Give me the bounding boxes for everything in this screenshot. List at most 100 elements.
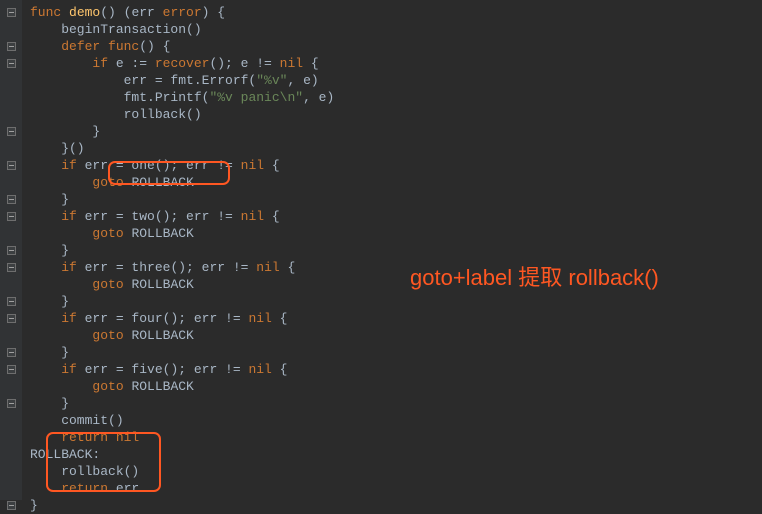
code-token: () { [139,39,170,54]
fold-end-icon[interactable] [7,348,16,357]
fold-end-icon[interactable] [7,501,16,510]
code-token: error [163,5,202,20]
code-token [30,430,61,445]
code-line[interactable]: err = fmt.Errorf("%v", e) [30,72,762,89]
code-token: if [61,311,84,326]
fold-end-icon[interactable] [7,127,16,136]
gutter-line [0,55,22,72]
code-line[interactable]: } [30,293,762,310]
code-line[interactable]: ROLLBACK: [30,446,762,463]
gutter-line [0,72,22,89]
code-token [30,328,92,343]
code-token: nil [248,311,279,326]
gutter-line [0,225,22,242]
fold-icon[interactable] [7,161,16,170]
code-token: if [61,362,84,377]
gutter-line [0,242,22,259]
gutter-line [0,21,22,38]
code-line[interactable]: } [30,191,762,208]
code-line[interactable]: return nil [30,429,762,446]
fold-end-icon[interactable] [7,297,16,306]
code-token: fmt.Printf( [30,90,209,105]
code-line[interactable]: func demo() (err error) { [30,4,762,21]
code-line[interactable]: if e := recover(); e != nil { [30,55,762,72]
code-line[interactable]: rollback() [30,463,762,480]
gutter-line [0,191,22,208]
code-token: goto [92,226,131,241]
code-token: err = three(); err != [85,260,257,275]
fold-end-icon[interactable] [7,195,16,204]
code-token [30,56,92,71]
code-line[interactable]: defer func() { [30,38,762,55]
code-line[interactable]: }() [30,140,762,157]
code-line[interactable]: goto ROLLBACK [30,378,762,395]
code-line[interactable]: if err = four(); err != nil { [30,310,762,327]
code-token [30,379,92,394]
code-token: goto [92,328,131,343]
code-token: return [61,481,116,496]
code-token: if [61,260,84,275]
code-token: ROLLBACK [131,175,193,190]
fold-end-icon[interactable] [7,246,16,255]
code-line[interactable]: if err = one(); err != nil { [30,157,762,174]
code-line[interactable]: fmt.Printf("%v panic\n", e) [30,89,762,106]
gutter-line [0,140,22,157]
fold-icon[interactable] [7,314,16,323]
fold-icon[interactable] [7,42,16,51]
code-line[interactable]: goto ROLLBACK [30,174,762,191]
fold-icon[interactable] [7,59,16,68]
gutter-line [0,276,22,293]
code-line[interactable]: } [30,242,762,259]
fold-icon[interactable] [7,212,16,221]
fold-icon[interactable] [7,8,16,17]
code-token: err = fmt.Errorf( [30,73,256,88]
code-token: commit() [30,413,124,428]
code-token: beginTransaction() [30,22,202,37]
code-line[interactable]: if err = five(); err != nil { [30,361,762,378]
gutter-line [0,310,22,327]
code-line[interactable]: } [30,344,762,361]
code-token: nil [116,430,139,445]
gutter-line [0,327,22,344]
code-token: } [30,396,69,411]
code-token [30,362,61,377]
code-token: { [287,260,295,275]
code-token: ROLLBACK: [30,447,100,462]
code-token: ROLLBACK [131,277,193,292]
code-token: { [280,362,288,377]
code-token: rollback() [30,464,139,479]
code-line[interactable]: if err = two(); err != nil { [30,208,762,225]
code-token [30,311,61,326]
code-line[interactable]: commit() [30,412,762,429]
code-line[interactable]: goto ROLLBACK [30,225,762,242]
code-token: () (err [100,5,162,20]
fold-icon[interactable] [7,365,16,374]
code-token: nil [241,209,272,224]
code-token: err = one(); err != [85,158,241,173]
code-area[interactable]: func demo() (err error) { beginTransacti… [22,0,762,500]
code-token: { [280,311,288,326]
code-token: if [92,56,115,71]
code-token: nil [280,56,311,71]
code-token: } [30,192,69,207]
code-token: if [61,158,84,173]
code-token: { [272,158,280,173]
code-line[interactable]: beginTransaction() [30,21,762,38]
code-line[interactable]: rollback() [30,106,762,123]
fold-end-icon[interactable] [7,399,16,408]
code-token: ROLLBACK [131,226,193,241]
gutter-line [0,38,22,55]
code-line[interactable]: } [30,123,762,140]
code-token: ROLLBACK [131,328,193,343]
code-line[interactable]: goto ROLLBACK [30,327,762,344]
code-token [30,481,61,496]
code-line[interactable]: } [30,395,762,412]
code-token: defer func [61,39,139,54]
code-line[interactable]: return err [30,480,762,497]
gutter-line [0,463,22,480]
code-token: }() [30,141,85,156]
gutter-line [0,89,22,106]
gutter-line [0,4,22,21]
fold-icon[interactable] [7,263,16,272]
code-token: err = five(); err != [85,362,249,377]
